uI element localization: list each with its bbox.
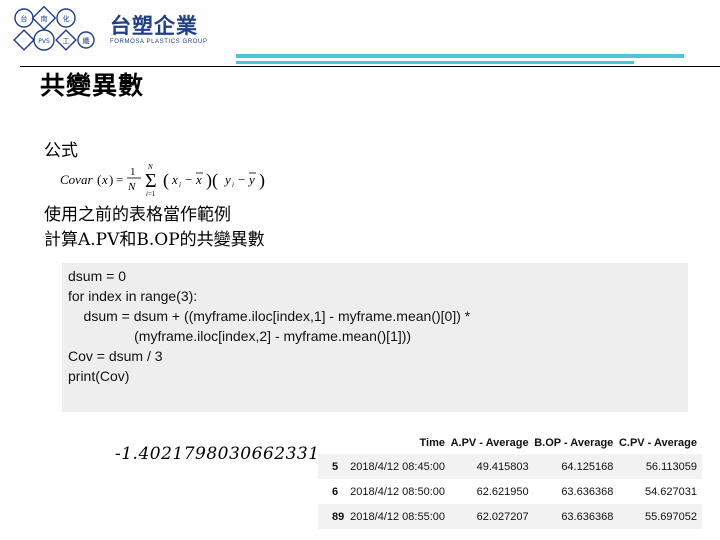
svg-text:i: i bbox=[179, 181, 181, 189]
svg-text:N: N bbox=[147, 163, 153, 171]
cell-a-pv: 49.415803 bbox=[449, 454, 534, 479]
cell-c-pv: 55.697052 bbox=[618, 504, 702, 529]
svg-text:)(: )( bbox=[206, 170, 218, 191]
logo-name-cn: 台塑企業 bbox=[110, 14, 198, 38]
table-row: 6 2018/4/12 08:50:00 62.621950 63.636368… bbox=[318, 479, 702, 504]
svg-text:N: N bbox=[127, 181, 136, 193]
column-header-index bbox=[318, 432, 349, 454]
cell-b-op: 63.636368 bbox=[533, 504, 619, 529]
cell-b-op: 63.636368 bbox=[561, 485, 614, 498]
cell-c-pv: 54.627031 bbox=[645, 485, 697, 498]
svg-text:i: i bbox=[232, 181, 234, 189]
svg-text:工: 工 bbox=[63, 37, 70, 45]
svg-text:1: 1 bbox=[130, 166, 136, 178]
svg-text:Covar: Covar bbox=[60, 172, 93, 187]
header-divider bbox=[20, 66, 720, 67]
svg-text:=: = bbox=[116, 172, 123, 187]
svg-text:): ) bbox=[109, 172, 113, 187]
logo-name-en: FORMOSA PLASTICS GROUP bbox=[110, 39, 208, 45]
svg-text:(: ( bbox=[163, 170, 169, 191]
column-header-c-pv: C.PV - Average bbox=[618, 437, 697, 449]
column-header-time: Time bbox=[419, 437, 445, 449]
code-line: dsum = dsum + ((myframe.iloc[index,1] - … bbox=[68, 308, 471, 324]
row-index: 5 bbox=[318, 454, 350, 479]
table-row: 5 2018/4/12 08:45:00 49.415803 64.125168… bbox=[318, 454, 702, 479]
code-line: print(Cov) bbox=[68, 368, 130, 384]
svg-text:x: x bbox=[195, 172, 202, 187]
svg-text:): ) bbox=[259, 170, 265, 191]
table-header-row: Time A.PV - Average B.OP - Average C.PV … bbox=[318, 432, 702, 454]
cell-time: 2018/4/12 08:55:00 bbox=[349, 504, 450, 529]
svg-text:南: 南 bbox=[41, 14, 48, 23]
formosa-group-emblem: 台 南 化 PVS 工 纖 bbox=[13, 6, 95, 51]
cell-time: 2018/4/12 08:50:00 bbox=[350, 485, 445, 498]
example-label: 使用之前的表格當作範例 bbox=[44, 205, 231, 225]
row-index: 89 bbox=[318, 504, 350, 529]
svg-text:y: y bbox=[247, 172, 255, 187]
cell-c-pv: 56.113059 bbox=[618, 454, 702, 479]
calc-label: 計算A.PV和B.OP的共變異數 bbox=[44, 230, 265, 250]
cell-a-pv: 62.027207 bbox=[449, 504, 534, 529]
cell-time: 2018/4/12 08:45:00 bbox=[349, 454, 450, 479]
logo-wordmark: 台塑企業 FORMOSA PLASTICS GROUP bbox=[110, 14, 208, 46]
covariance-formula: Covar ( x ) = 1 N Σ N i=1 ( x i − x )( y… bbox=[60, 163, 265, 198]
svg-text:(: ( bbox=[97, 172, 101, 187]
table-row: 89 2018/4/12 08:55:00 62.027207 63.63636… bbox=[318, 504, 702, 529]
row-index: 6 bbox=[332, 485, 339, 498]
svg-text:台: 台 bbox=[21, 14, 28, 23]
column-header-a-pv: A.PV - Average bbox=[450, 437, 529, 449]
svg-text:i=1: i=1 bbox=[146, 190, 156, 198]
dataframe-table: Time A.PV - Average B.OP - Average C.PV … bbox=[318, 432, 702, 529]
code-block: dsum = 0 for index in range(3): dsum = d… bbox=[62, 263, 688, 412]
svg-text:y: y bbox=[223, 172, 231, 187]
svg-text:x: x bbox=[171, 172, 178, 187]
slide-title: 共變異數 bbox=[40, 71, 145, 100]
column-header-b-op: B.OP - Average bbox=[534, 437, 614, 449]
header-accent-line-2 bbox=[236, 61, 634, 64]
covariance-result: -1.4021798030662331 bbox=[115, 444, 320, 464]
svg-text:−: − bbox=[185, 172, 192, 187]
code-line: dsum = 0 bbox=[68, 268, 126, 284]
svg-text:x: x bbox=[101, 172, 108, 187]
header-accent-line bbox=[236, 54, 684, 58]
svg-text:纖: 纖 bbox=[83, 36, 90, 45]
svg-text:化: 化 bbox=[63, 14, 70, 23]
code-line: for index in range(3): bbox=[68, 288, 198, 304]
cell-a-pv: 62.621950 bbox=[476, 485, 529, 498]
svg-text:−: − bbox=[238, 172, 245, 187]
svg-text:PVS: PVS bbox=[38, 38, 50, 45]
svg-text:Σ: Σ bbox=[145, 170, 157, 192]
cell-b-op: 64.125168 bbox=[533, 454, 619, 479]
code-line: (myframe.iloc[index,2] - myframe.mean()[… bbox=[68, 328, 412, 344]
code-line: Cov = dsum / 3 bbox=[68, 348, 163, 364]
